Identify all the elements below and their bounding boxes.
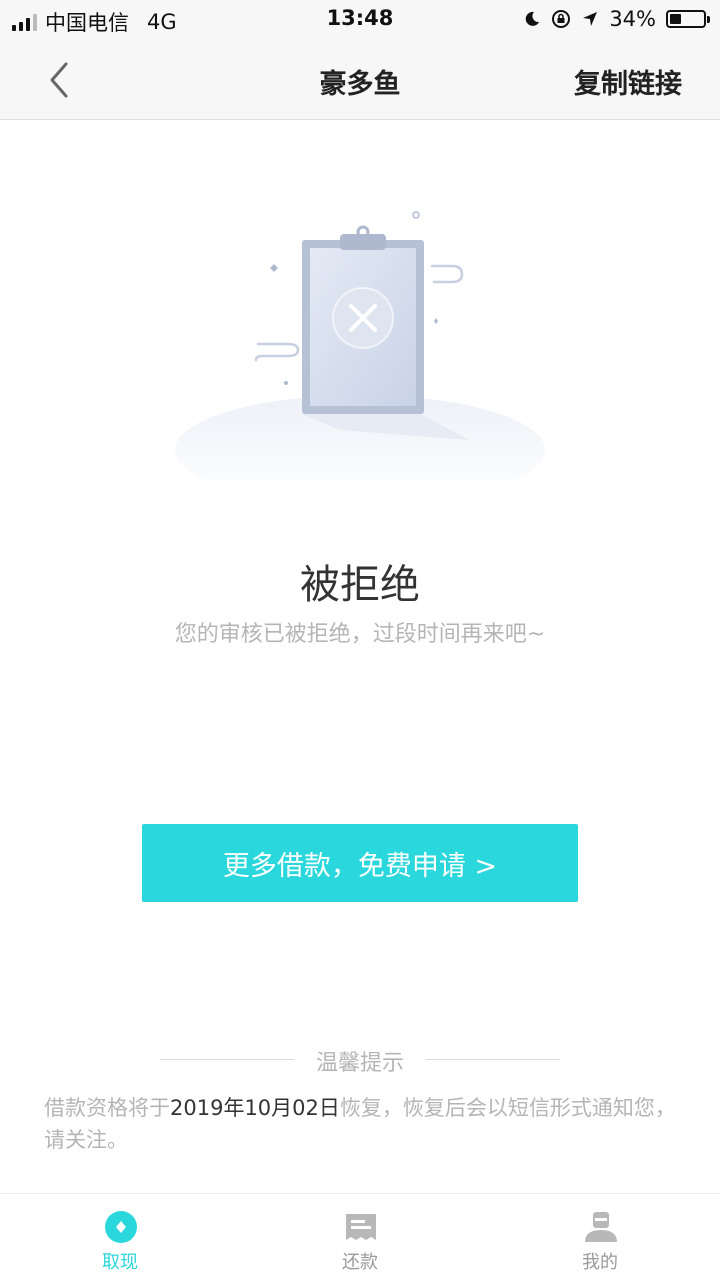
battery-icon bbox=[666, 10, 710, 28]
tips-text: 借款资格将于2019年10月02日恢复，恢复后会以短信形式通知您，请关注。 bbox=[44, 1092, 676, 1156]
nav-bar: 豪多鱼 复制链接 bbox=[0, 40, 720, 120]
tab-bar: 取现 还款 我的 bbox=[0, 1193, 720, 1280]
location-icon bbox=[583, 12, 598, 26]
battery-percent: 34% bbox=[609, 7, 656, 31]
result-description: 您的审核已被拒绝，过段时间再来吧~ bbox=[174, 622, 546, 647]
status-bar: 中国电信 4G 13:48 34% bbox=[0, 0, 720, 40]
copy-link-button[interactable]: 复制链接 bbox=[574, 62, 682, 101]
tips-text-prefix: 借款资格将于 bbox=[44, 1096, 170, 1120]
cash-icon bbox=[105, 1211, 137, 1243]
tips-divider-right bbox=[426, 1059, 560, 1060]
tab-cash[interactable]: 取现 bbox=[0, 1194, 240, 1281]
rotation-lock-icon bbox=[552, 10, 571, 28]
moon-icon bbox=[526, 11, 540, 26]
tab-repay[interactable]: 还款 bbox=[240, 1194, 480, 1281]
result-title: 被拒绝 bbox=[300, 562, 420, 608]
tab-cash-label: 取现 bbox=[102, 1252, 138, 1273]
tips-title: 温馨提示 bbox=[315, 1051, 404, 1076]
tab-mine-label: 我的 bbox=[582, 1252, 618, 1273]
battery-fill bbox=[670, 14, 681, 24]
user-icon bbox=[585, 1212, 617, 1242]
bill-icon bbox=[346, 1214, 376, 1240]
tab-repay-label: 还款 bbox=[342, 1252, 378, 1273]
rejected-clipboard-illustration bbox=[170, 200, 550, 505]
tab-mine[interactable]: 我的 bbox=[480, 1194, 720, 1281]
tips-header: 温馨提示 bbox=[160, 1042, 560, 1076]
apply-loan-button[interactable]: 更多借款，免费申请 > bbox=[142, 824, 578, 902]
status-right: 34% bbox=[523, 7, 710, 31]
tips-recovery-date: 2019年10月02日 bbox=[170, 1096, 340, 1120]
